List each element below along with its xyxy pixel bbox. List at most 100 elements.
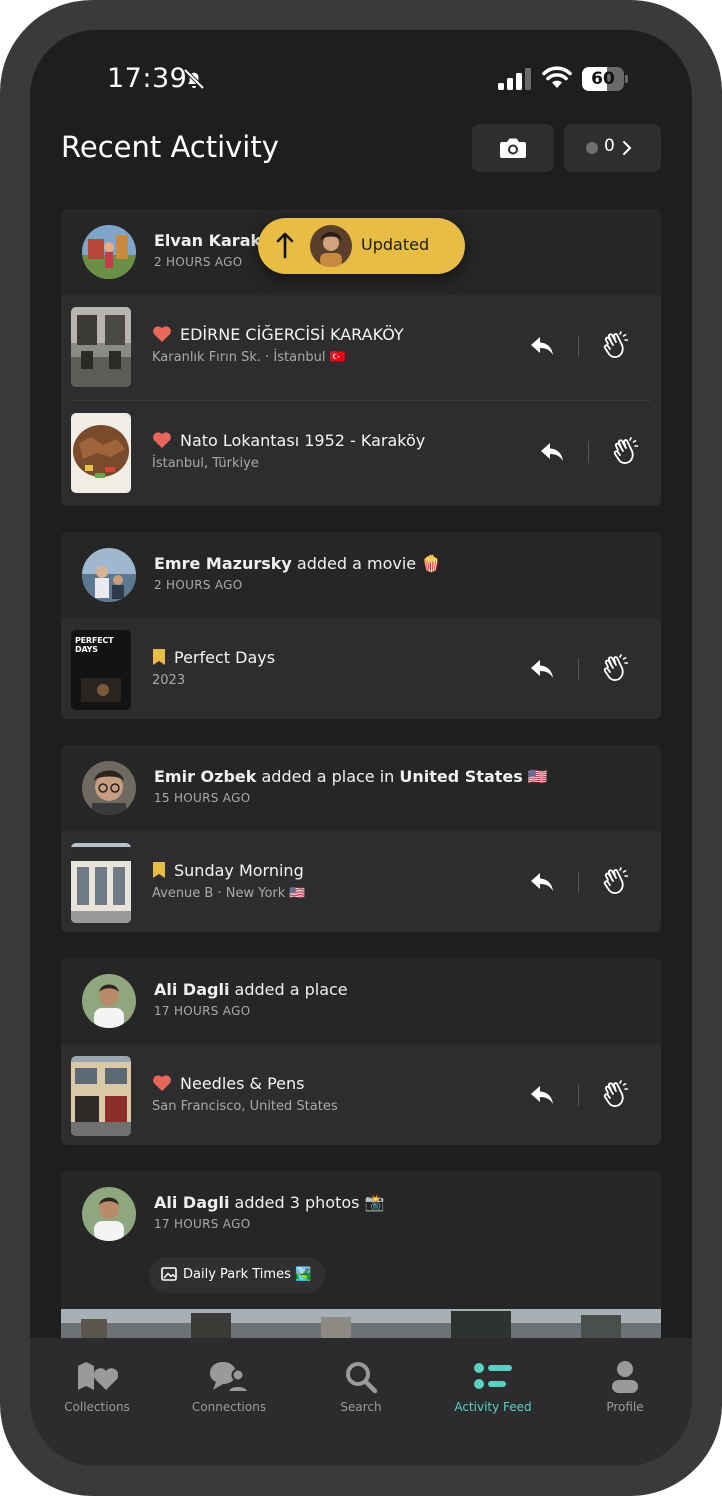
tab-search[interactable]: Search — [301, 1360, 421, 1414]
tab-label: Connections — [191, 1400, 267, 1414]
place-name: Nato Lokantası 1952 - Karaköy — [180, 431, 426, 450]
avatar[interactable] — [82, 225, 136, 279]
activity-time: 17 HOURS AGO — [154, 1004, 251, 1018]
divider — [578, 871, 579, 893]
place-location: Avenue B · New York 🇺🇸 — [152, 886, 306, 901]
clap-icon[interactable] — [601, 1080, 629, 1108]
tab-label: Activity Feed — [454, 1400, 532, 1414]
user-name[interactable]: Emre Mazursky — [154, 554, 292, 573]
avatar[interactable] — [82, 974, 136, 1028]
activity-time: 2 HOURS AGO — [154, 255, 243, 269]
tab-connections[interactable]: Connections — [169, 1360, 289, 1414]
list-item[interactable]: Needles & Pens San Francisco, United Sta… — [61, 1044, 661, 1145]
bookmark-icon — [153, 649, 165, 665]
activity-action: added a place — [229, 980, 348, 999]
heart-icon — [153, 326, 171, 342]
user-name[interactable]: Ali Dagli — [154, 1193, 229, 1212]
item-list: PERFECT DAYS Perfect Days 2023 — [61, 618, 661, 719]
avatar[interactable] — [82, 1187, 136, 1241]
device-frame: 17:39 60 Recent Activity 0 Elvan Karakir… — [0, 0, 722, 1496]
activity-time: 2 HOURS AGO — [154, 578, 243, 592]
image-icon — [161, 1267, 177, 1281]
cellular-signal-icon — [498, 68, 531, 90]
clap-icon[interactable] — [601, 331, 629, 359]
user-name[interactable]: Emir Ozbek — [154, 767, 256, 786]
item-list: Needles & Pens San Francisco, United Sta… — [61, 1044, 661, 1145]
reply-icon[interactable] — [539, 441, 565, 463]
collections-icon — [78, 1362, 118, 1390]
tab-label: Search — [340, 1400, 382, 1414]
list-item[interactable]: Nato Lokantası 1952 - Karaköy İstanbul, … — [71, 400, 651, 505]
tab-label: Collections — [64, 1400, 130, 1414]
place-name: Sunday Morning — [174, 861, 304, 880]
place-country[interactable]: United States — [399, 767, 522, 786]
movie-title: Perfect Days — [174, 648, 276, 667]
app-screen: 17:39 60 Recent Activity 0 Elvan Karakir… — [30, 30, 692, 1466]
activity-card: Ali Dagli added a place 17 HOURS AGO Nee… — [61, 958, 661, 1145]
tab-activity-feed[interactable]: Activity Feed — [433, 1360, 553, 1414]
page-title: Recent Activity — [61, 130, 279, 164]
counter-value: 0 — [604, 136, 615, 156]
activity-action: added a movie 🍿 — [291, 554, 442, 573]
reply-icon[interactable] — [529, 658, 555, 680]
clap-icon[interactable] — [601, 654, 629, 682]
item-list: EDİRNE CİĞERCİSİ KARAKÖY Karanlık Fırın … — [61, 295, 661, 505]
avatar[interactable] — [82, 548, 136, 602]
toast-label: Updated — [361, 235, 430, 254]
status-time: 17:39 — [107, 63, 188, 94]
activity-card: Emir Ozbek added a place in United State… — [61, 745, 661, 932]
notifications-counter-button[interactable]: 0 — [564, 124, 661, 172]
updated-toast[interactable]: Updated — [258, 218, 465, 274]
bookmark-icon — [153, 862, 165, 878]
collection-chip[interactable]: Daily Park Times 🏞️ — [149, 1257, 326, 1293]
camera-icon — [500, 138, 526, 158]
status-dot-icon — [586, 142, 598, 154]
activity-time: 17 HOURS AGO — [154, 1217, 251, 1231]
camera-button[interactable] — [472, 124, 554, 172]
wifi-icon — [542, 66, 572, 88]
list-item[interactable]: Sunday Morning Avenue B · New York 🇺🇸 — [61, 831, 661, 932]
activity-feed-icon — [474, 1363, 512, 1389]
place-name: EDİRNE CİĞERCİSİ KARAKÖY — [180, 325, 404, 344]
tab-profile[interactable]: Profile — [565, 1360, 685, 1414]
tab-label: Profile — [606, 1400, 644, 1414]
heart-icon — [153, 432, 171, 448]
clap-icon[interactable] — [601, 867, 629, 895]
place-location: İstanbul, Türkiye — [152, 456, 259, 471]
movie-poster: PERFECT DAYS — [71, 630, 131, 710]
chevron-right-icon — [623, 141, 632, 155]
bell-off-icon — [183, 68, 205, 90]
profile-icon — [612, 1361, 638, 1393]
activity-action: added 3 photos 📸 — [229, 1193, 385, 1212]
country-flag: 🇺🇸 — [522, 767, 548, 786]
divider — [578, 335, 579, 357]
list-item[interactable]: EDİRNE CİĞERCİSİ KARAKÖY Karanlık Fırın … — [61, 295, 661, 400]
divider — [578, 1084, 579, 1106]
place-location: Karanlık Fırın Sk. · İstanbul 🇹🇷 — [152, 350, 346, 365]
card-header: Ali Dagli added a place 17 HOURS AGO — [61, 958, 661, 1044]
battery-indicator: 60 — [582, 67, 628, 91]
reply-icon[interactable] — [529, 1084, 555, 1106]
place-thumbnail — [71, 1056, 131, 1136]
poster-title: PERFECT DAYS — [75, 636, 114, 654]
connections-icon — [210, 1362, 249, 1393]
place-name: Needles & Pens — [180, 1074, 305, 1093]
user-name[interactable]: Elvan Karakir — [154, 231, 275, 250]
clap-icon[interactable] — [611, 437, 639, 465]
tab-collections[interactable]: Collections — [37, 1360, 157, 1414]
activity-card: Ali Dagli added 3 photos 📸 17 HOURS AGO … — [61, 1171, 661, 1351]
reply-icon[interactable] — [529, 335, 555, 357]
divider — [588, 441, 589, 463]
battery-percent: 60 — [591, 69, 615, 89]
list-item[interactable]: PERFECT DAYS Perfect Days 2023 — [61, 618, 661, 719]
card-header: Ali Dagli added 3 photos 📸 17 HOURS AGO — [61, 1171, 661, 1257]
heart-icon — [153, 1075, 171, 1091]
avatar — [310, 225, 352, 267]
card-header: Emir Ozbek added a place in United State… — [61, 745, 661, 831]
reply-icon[interactable] — [529, 871, 555, 893]
user-name[interactable]: Ali Dagli — [154, 980, 229, 999]
avatar[interactable] — [82, 761, 136, 815]
divider — [578, 658, 579, 680]
place-location: San Francisco, United States — [152, 1099, 338, 1114]
item-list: Sunday Morning Avenue B · New York 🇺🇸 — [61, 831, 661, 932]
